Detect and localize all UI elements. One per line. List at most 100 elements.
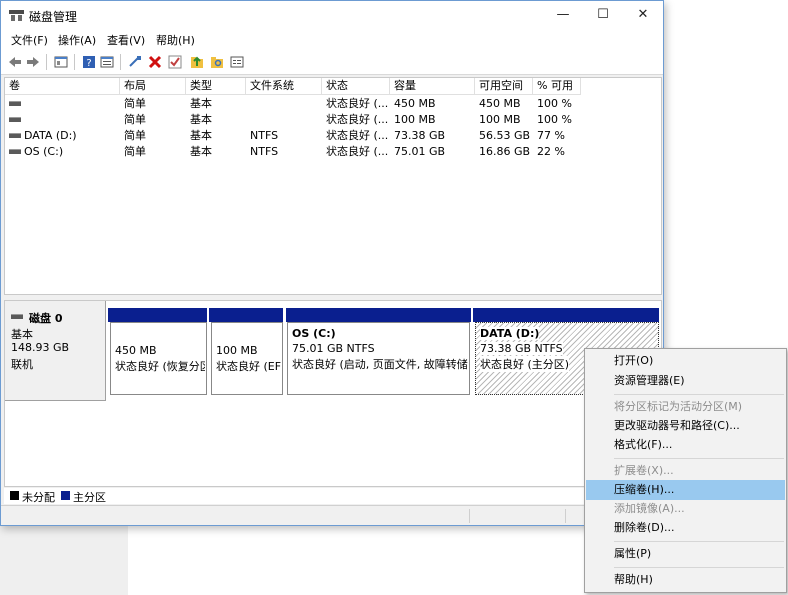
menu-separator (614, 394, 784, 395)
type-cell: 基本 (190, 129, 212, 142)
menu-item-shrink-volume[interactable]: 压缩卷(H)... (586, 480, 785, 500)
volume-icon (9, 132, 21, 138)
percent-free-cell: 100 % (537, 113, 572, 126)
menu-item-mark-active[interactable]: 将分区标记为活动分区(M) (586, 397, 785, 417)
volume-icon (9, 100, 21, 106)
window-title: 磁盘管理 (29, 10, 78, 24)
forward-arrow-icon[interactable] (25, 54, 41, 70)
menu-view[interactable]: 查看(V) (107, 32, 145, 48)
menu-item-change-drive-letter[interactable]: 更改驱动器号和路径(C)... (586, 416, 785, 436)
status-bar-divider (565, 509, 566, 523)
toolbar-separator (120, 54, 121, 70)
volume-cell (9, 96, 117, 112)
partition-bar-os (286, 308, 471, 322)
volume-icon (9, 148, 21, 154)
volume-cell (9, 112, 117, 128)
legend-label-unallocated: 未分配 (22, 491, 55, 504)
menu-item-format[interactable]: 格式化(F)... (586, 435, 785, 455)
status-cell: 状态良好 (... (326, 145, 389, 158)
disk-size: 148.93 GB (11, 341, 70, 354)
partition-status: 状态良好 (启动, 页面文件, 故障转储, (292, 358, 468, 371)
connect-icon[interactable] (127, 54, 143, 70)
maximize-button[interactable]: ☐ (583, 1, 623, 29)
menu-separator (614, 541, 784, 542)
console-tree-icon[interactable] (53, 54, 69, 70)
menu-item-add-mirror[interactable]: 添加镜像(A)... (586, 499, 785, 519)
table-row[interactable]: 简单 基本 状态良好 (... 450 MB 450 MB 100 % (5, 96, 661, 112)
menu-item-properties[interactable]: 属性(P) (586, 544, 785, 564)
column-header-type[interactable]: 类型 (186, 78, 246, 95)
filesystem-cell: NTFS (250, 129, 279, 142)
volume-name: OS (C:) (24, 145, 64, 158)
percent-free-cell: 77 % (537, 129, 565, 142)
delete-icon[interactable] (147, 54, 163, 70)
partition-size: 75.01 GB NTFS (292, 342, 375, 355)
free-space-cell: 56.53 GB (479, 129, 531, 142)
column-header-capacity[interactable]: 容量 (390, 78, 475, 95)
partition-efi[interactable]: 100 MB 状态良好 (EFI (211, 322, 283, 395)
folder-search-icon[interactable] (209, 54, 225, 70)
minimize-button[interactable]: — (543, 1, 583, 29)
volume-list[interactable]: 卷 布局 类型 文件系统 状态 容量 可用空间 % 可用 简单 基本 状态良好 … (4, 77, 662, 295)
partition-status: 状态良好 (主分区) (480, 356, 570, 372)
disk-status: 联机 (11, 358, 33, 371)
disk-0-label[interactable]: 磁盘 0 基本 148.93 GB 联机 (5, 301, 106, 401)
disk-type: 基本 (11, 328, 33, 341)
menu-item-open[interactable]: 打开(O) (586, 351, 785, 371)
column-header-status[interactable]: 状态 (322, 78, 390, 95)
menu-item-delete-volume[interactable]: 删除卷(D)... (586, 518, 785, 538)
disk-management-window: 磁盘管理 — ☐ ✕ 文件(F) 操作(A) 查看(V) 帮助(H) ? 卷 布… (0, 0, 664, 526)
column-header-filesystem[interactable]: 文件系统 (246, 78, 322, 95)
list-view-icon[interactable] (99, 54, 115, 70)
partition-status: 状态良好 (恢复分区 (115, 360, 205, 373)
close-button[interactable]: ✕ (623, 1, 663, 29)
layout-cell: 简单 (124, 113, 146, 126)
column-header-free-space[interactable]: 可用空间 (475, 78, 533, 95)
table-row[interactable]: DATA (D:) 简单 基本 NTFS 状态良好 (... 73.38 GB … (5, 128, 661, 144)
menu-item-help[interactable]: 帮助(H) (586, 570, 785, 590)
help-icon[interactable]: ? (81, 54, 97, 70)
disk-management-app-icon (9, 10, 24, 21)
legend-swatch-primary (61, 491, 70, 500)
table-row[interactable]: 简单 基本 状态良好 (... 100 MB 100 MB 100 % (5, 112, 661, 128)
partition-size: 450 MB (115, 344, 157, 357)
partition-os-c[interactable]: OS (C:) 75.01 GB NTFS 状态良好 (启动, 页面文件, 故障… (287, 322, 470, 395)
folder-up-icon[interactable] (189, 54, 205, 70)
volume-name: DATA (D:) (24, 129, 77, 142)
check-icon[interactable] (167, 54, 183, 70)
menu-item-explorer[interactable]: 资源管理器(E) (586, 371, 785, 391)
layout-cell: 简单 (124, 145, 146, 158)
back-arrow-icon[interactable] (7, 54, 23, 70)
legend: 未分配 主分区 (4, 488, 662, 504)
toolbar-separator (46, 54, 47, 70)
disk-name: 磁盘 0 (29, 312, 63, 325)
capacity-cell: 450 MB (394, 97, 436, 110)
menu-separator (614, 567, 784, 568)
background-window-strip (0, 525, 128, 595)
partition-size: 100 MB (216, 344, 258, 357)
filesystem-cell: NTFS (250, 145, 279, 158)
disk-graphical-view: 磁盘 0 基本 148.93 GB 联机 450 MB 状态良好 (恢复分区 1… (4, 300, 662, 487)
partition-recovery[interactable]: 450 MB 状态良好 (恢复分区 (110, 322, 207, 395)
menu-help[interactable]: 帮助(H) (156, 32, 195, 48)
partition-context-menu: 打开(O) 资源管理器(E) 将分区标记为活动分区(M) 更改驱动器号和路径(C… (584, 348, 787, 593)
status-bar (1, 505, 663, 525)
menu-item-extend-volume[interactable]: 扩展卷(X)... (586, 461, 785, 481)
column-header-layout[interactable]: 布局 (120, 78, 186, 95)
partition-size: 73.38 GB NTFS (480, 342, 563, 355)
menu-action[interactable]: 操作(A) (58, 32, 96, 48)
table-row[interactable]: OS (C:) 简单 基本 NTFS 状态良好 (... 75.01 GB 16… (5, 144, 661, 160)
menu-file[interactable]: 文件(F) (11, 32, 48, 48)
column-header-volume[interactable]: 卷 (5, 78, 120, 95)
free-space-cell: 100 MB (479, 113, 521, 126)
partition-status: 状态良好 (EFI (216, 360, 282, 373)
free-space-cell: 16.86 GB (479, 145, 531, 158)
column-header-percent-free[interactable]: % 可用 (533, 78, 581, 95)
layout-cell: 简单 (124, 129, 146, 142)
capacity-cell: 73.38 GB (394, 129, 446, 142)
type-cell: 基本 (190, 97, 212, 110)
title-bar[interactable]: 磁盘管理 — ☐ ✕ (1, 1, 663, 29)
type-cell: 基本 (190, 113, 212, 126)
volume-cell: OS (C:) (9, 144, 117, 160)
properties-icon[interactable] (229, 54, 245, 70)
